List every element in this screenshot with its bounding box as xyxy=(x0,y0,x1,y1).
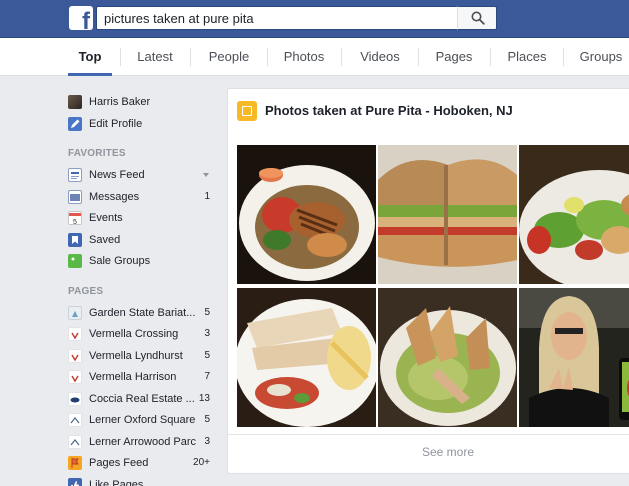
sidebar-item-page[interactable]: Lerner Oxford Square 5 xyxy=(68,410,218,432)
search-box[interactable] xyxy=(96,6,458,30)
page-avatar-icon xyxy=(68,413,82,427)
page-avatar-icon xyxy=(68,348,82,363)
sidebar-item-label: Saved xyxy=(89,233,121,246)
sidebar-item-label: Edit Profile xyxy=(89,117,143,130)
sidebar-item-pages-feed[interactable]: Pages Feed 20+ xyxy=(68,453,218,475)
card-divider xyxy=(228,434,629,435)
page-avatar-icon xyxy=(68,305,82,320)
sidebar-item-label: Like Pages xyxy=(89,478,144,486)
tab-places[interactable]: Places xyxy=(498,38,556,76)
avatar-icon xyxy=(68,95,82,109)
sidebar-item-label: Vermella Harrison xyxy=(89,371,177,383)
sidebar-item-label: Vermella Lyndhurst xyxy=(89,349,183,362)
sidebar-item-label: Harris Baker xyxy=(89,96,151,108)
notification-count: 5 xyxy=(204,349,210,361)
flag-icon xyxy=(68,456,82,470)
sidebar-item-label: News Feed xyxy=(89,169,145,181)
page-avatar-icon xyxy=(68,391,82,406)
notification-count: 13 xyxy=(198,392,210,404)
tag-icon xyxy=(68,254,82,268)
news-feed-icon xyxy=(68,168,82,182)
wraps-with-corn-photo[interactable] xyxy=(237,288,376,427)
sidebar-item-label: Lerner Oxford Square xyxy=(89,414,196,426)
sidebar-item-page[interactable]: Garden State Bariat... 5 xyxy=(68,303,218,325)
tab-photos[interactable]: Photos xyxy=(275,38,333,76)
facebook-logo-icon[interactable]: f xyxy=(69,6,93,30)
sidebar-item-sale-groups[interactable]: Sale Groups xyxy=(68,251,218,273)
page-avatar-icon xyxy=(68,327,82,341)
sidebar-item-label: Coccia Real Estate ... xyxy=(89,392,195,405)
top-bar: f xyxy=(0,0,629,38)
tab-latest[interactable]: Latest xyxy=(128,38,182,76)
photo-grid xyxy=(237,145,629,429)
man-with-long-hair-photo[interactable] xyxy=(519,288,629,427)
sidebar-item-label: Messages xyxy=(89,190,140,203)
thumbs-up-icon xyxy=(68,477,82,486)
tab-top[interactable]: Top xyxy=(68,38,112,76)
notification-count: 5 xyxy=(204,414,210,425)
notification-count: 3 xyxy=(204,435,210,447)
sidebar-item-page[interactable]: Coccia Real Estate ... 13 xyxy=(68,389,218,411)
tab-groups[interactable]: Groups xyxy=(571,38,629,76)
bookmark-icon xyxy=(68,232,82,247)
pages-heading: PAGES xyxy=(68,285,104,297)
sidebar-item-like-pages[interactable]: Like Pages xyxy=(68,475,218,486)
photo-album-icon xyxy=(237,101,257,121)
favorites-heading: FAVORITES xyxy=(68,148,126,159)
sidebar-item-label: Vermella Crossing xyxy=(89,328,179,340)
sidebar-item-label: Events xyxy=(89,212,123,224)
page-avatar-icon xyxy=(68,370,82,384)
sidebar-item-label: Pages Feed xyxy=(89,457,149,469)
left-sidebar: Harris Baker Edit Profile FAVORITES News… xyxy=(68,92,218,486)
svg-text:5: 5 xyxy=(73,219,77,225)
tab-people[interactable]: People xyxy=(198,38,260,76)
card-title[interactable]: Photos taken at Pure Pita - Hoboken, NJ xyxy=(265,103,513,118)
sidebar-item-news-feed[interactable]: News Feed xyxy=(68,165,218,187)
photos-result-card: Photos taken at Pure Pita - Hoboken, NJ xyxy=(227,88,629,474)
magnifier-icon xyxy=(471,11,485,25)
notification-count: 7 xyxy=(204,371,210,382)
sidebar-item-edit-profile[interactable]: Edit Profile xyxy=(68,114,218,136)
sidebar-item-page[interactable]: Vermella Lyndhurst 5 xyxy=(68,346,218,368)
sidebar-item-label: Lerner Arrowood Parc xyxy=(89,435,196,448)
unread-count: 1 xyxy=(204,190,210,202)
notification-count: 3 xyxy=(204,328,210,339)
sidebar-item-events[interactable]: 5 Events xyxy=(68,208,218,230)
messages-icon xyxy=(68,189,82,204)
tab-pages[interactable]: Pages xyxy=(426,38,482,76)
search-input[interactable] xyxy=(97,7,457,29)
sidebar-item-page[interactable]: Lerner Arrowood Parc 3 xyxy=(68,432,218,454)
sidebar-item-profile[interactable]: Harris Baker xyxy=(68,92,218,114)
tab-videos[interactable]: Videos xyxy=(349,38,411,76)
page-avatar-icon xyxy=(68,434,82,449)
sidebar-item-messages[interactable]: Messages 1 xyxy=(68,187,218,209)
sidebar-item-label: Sale Groups xyxy=(89,255,151,267)
calendar-icon: 5 xyxy=(68,211,82,226)
pencil-icon xyxy=(68,116,82,131)
plate-with-grilled-chicken-photo[interactable] xyxy=(237,145,376,284)
see-more-link[interactable]: See more xyxy=(228,445,629,459)
search-filter-tabs: Top Latest People Photos Videos Pages Pl… xyxy=(0,38,629,76)
sidebar-item-page[interactable]: Vermella Crossing 3 xyxy=(68,324,218,346)
sidebar-item-saved[interactable]: Saved xyxy=(68,230,218,252)
sidebar-item-page[interactable]: Vermella Harrison 7 xyxy=(68,367,218,389)
green-dip-with-pita-photo[interactable] xyxy=(378,288,517,427)
chevron-down-icon[interactable] xyxy=(203,173,209,177)
search-button[interactable] xyxy=(457,6,497,30)
salad-photo[interactable] xyxy=(519,145,629,284)
notification-count: 5 xyxy=(204,306,210,318)
notification-count: 20+ xyxy=(193,457,210,468)
sandwich-photo[interactable] xyxy=(378,145,517,284)
sidebar-item-label: Garden State Bariat... xyxy=(89,306,196,319)
